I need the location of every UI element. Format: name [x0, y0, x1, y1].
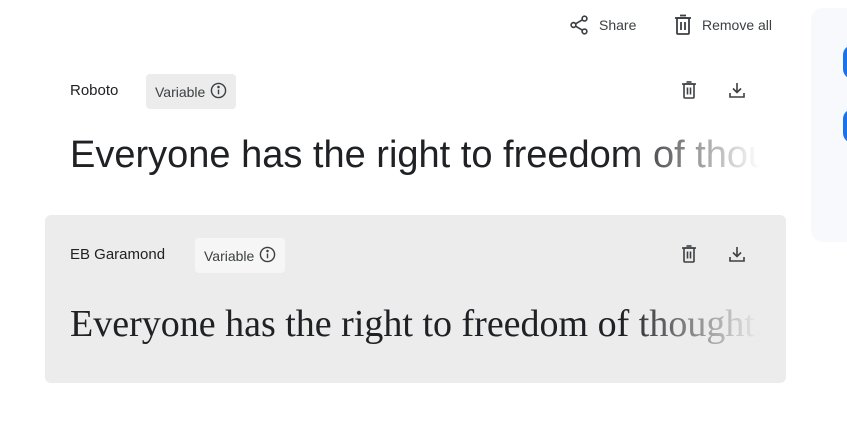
info-icon [210, 82, 227, 102]
variable-badge-label: Variable [155, 83, 206, 100]
download-font-button[interactable] [725, 244, 749, 268]
font-preview-text[interactable]: Everyone has the right to freedom of tho… [70, 302, 760, 346]
share-button[interactable]: Share [568, 12, 636, 38]
variable-badge[interactable]: Variable [195, 238, 286, 273]
info-icon [259, 246, 276, 266]
share-icon [568, 14, 590, 36]
trash-icon [681, 80, 697, 104]
side-panel [811, 8, 847, 242]
font-card-roboto[interactable]: Roboto Variable Everyone has the right t… [45, 56, 786, 206]
trash-icon [673, 14, 693, 36]
download-icon [728, 245, 746, 268]
delete-font-button[interactable] [677, 80, 701, 104]
side-panel-indicator[interactable] [843, 45, 847, 79]
share-label: Share [599, 17, 637, 33]
delete-font-button[interactable] [677, 244, 701, 268]
font-name[interactable]: EB Garamond [70, 246, 165, 263]
side-panel-indicator[interactable] [843, 109, 847, 143]
variable-badge-label: Variable [204, 247, 255, 264]
remove-all-button[interactable]: Remove all [673, 12, 772, 38]
trash-icon [681, 244, 697, 268]
font-card-eb-garamond[interactable]: EB Garamond Variable Everyone has the ri… [45, 215, 786, 383]
download-icon [728, 81, 746, 104]
font-preview-text[interactable]: Everyone has the right to freedom of tho… [70, 134, 760, 177]
download-font-button[interactable] [725, 80, 749, 104]
selected-fonts-page: Share Remove all Roboto Variable Everyon… [0, 0, 847, 423]
variable-badge[interactable]: Variable [146, 74, 237, 109]
remove-all-label: Remove all [702, 17, 773, 33]
font-name[interactable]: Roboto [70, 82, 118, 99]
